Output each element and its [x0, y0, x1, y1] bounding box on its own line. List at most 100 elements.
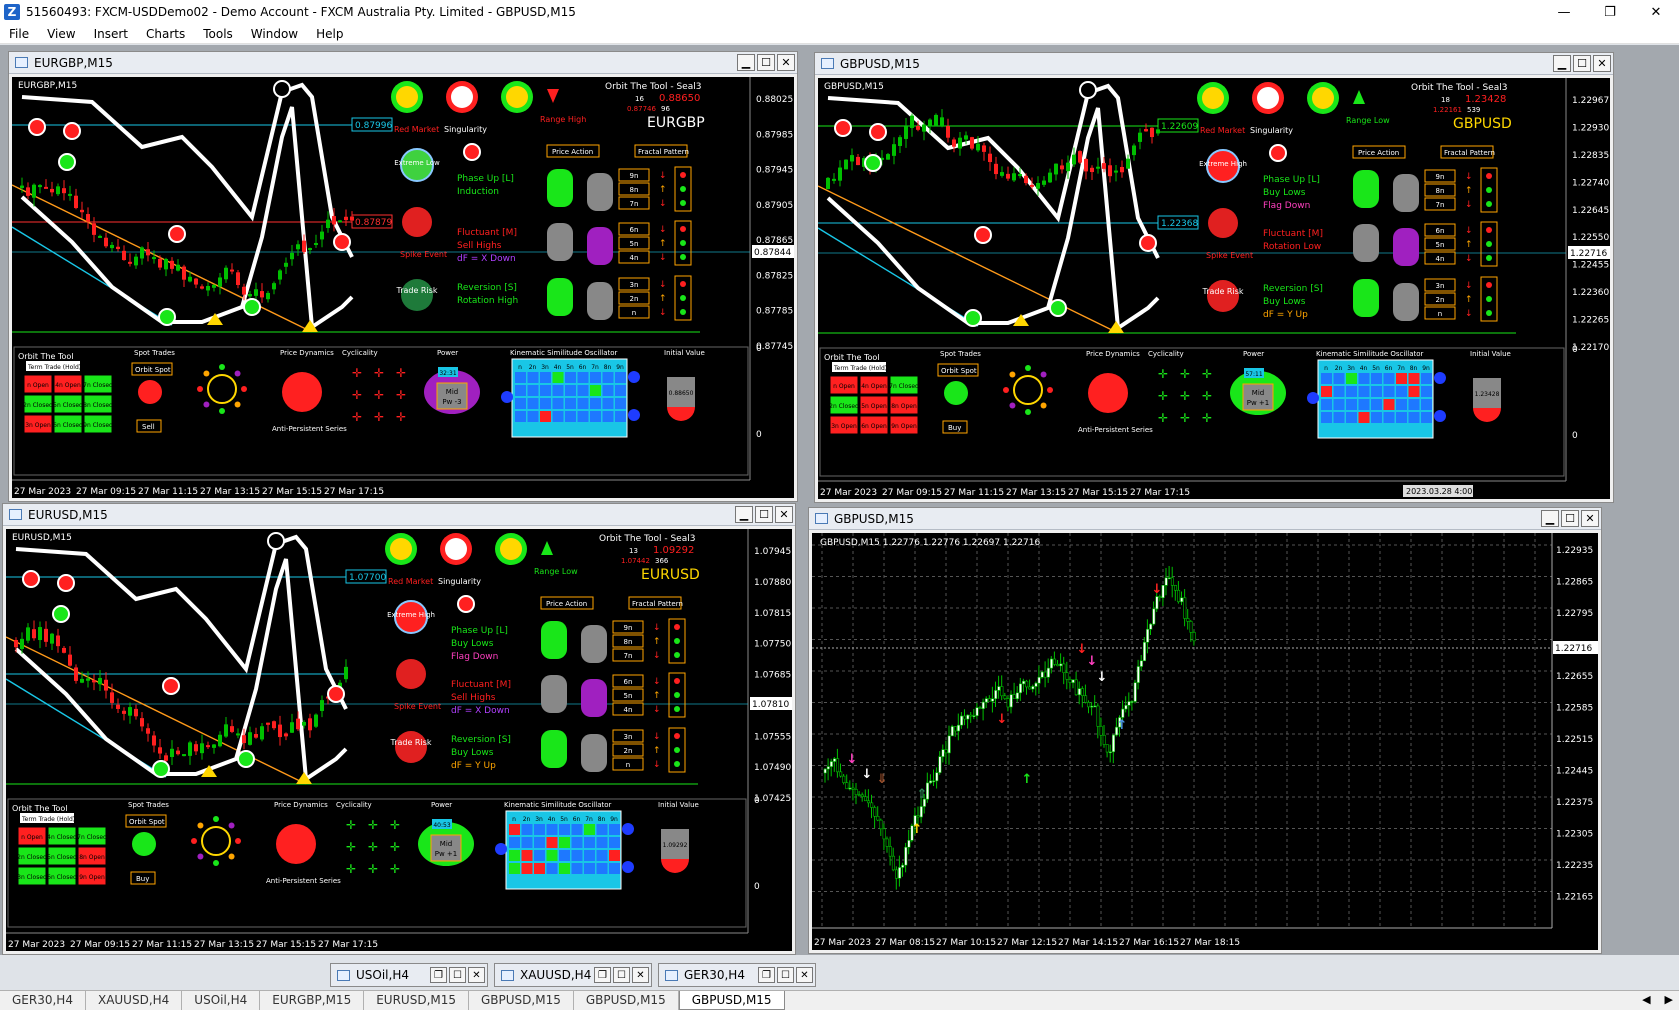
candle-body — [946, 126, 950, 138]
candle-body — [62, 647, 66, 653]
maximize-window-button[interactable]: ☐ — [777, 967, 794, 983]
cyclicality-cross-icon: ✛ — [374, 388, 384, 402]
candle-body — [26, 187, 30, 196]
chart-canvas[interactable]: 0.88025 0.87985 0.87945 0.87905 0.87865 0.878… — [12, 77, 794, 498]
menu-file[interactable]: File — [0, 27, 38, 41]
minimize-chart-button[interactable]: ▁ — [737, 54, 755, 71]
chart-canvas[interactable]: 1.22967 1.22930 1.22835 1.22740 1.22645 1.225… — [818, 78, 1610, 499]
kinematic-col-label: 2n — [529, 364, 537, 371]
chart-window-gbpusd-plain[interactable]: GBPUSD,M15 ▁ ☐ ✕ 1.22935 1.22865 1.22795 1.22… — [808, 507, 1602, 954]
maximize-window-button[interactable]: ☐ — [613, 967, 630, 983]
tab-usoil-h4[interactable]: USOil,H4 — [182, 991, 261, 1010]
minimize-chart-button[interactable]: ▁ — [735, 506, 753, 523]
candle-body — [1018, 174, 1022, 177]
menu-tools[interactable]: Tools — [194, 27, 242, 41]
phase-lock-icon — [587, 227, 613, 265]
candle-body — [260, 726, 264, 740]
chart-window-titlebar[interactable]: EURUSD,M15 ▁ ☐ ✕ — [3, 504, 795, 526]
minimize-button[interactable]: — — [1541, 0, 1587, 24]
phase-text: dF = Y Up — [451, 761, 496, 771]
restore-window-button[interactable]: ❐ — [758, 967, 775, 983]
restore-window-button[interactable]: ❐ — [594, 967, 611, 983]
level-status-dot-icon — [1486, 296, 1492, 302]
scroll-left-icon[interactable]: ◀ — [1642, 993, 1650, 1006]
price-dynamics-icon — [1088, 373, 1128, 413]
phase-lock-icon — [541, 730, 567, 768]
kinematic-cell — [1408, 399, 1420, 410]
tab-ger30-h4[interactable]: GER30,H4 — [0, 991, 86, 1010]
candle-body — [1173, 585, 1177, 591]
trade-arrow-icon: ↓ — [997, 712, 1008, 727]
chart-window-gbpusd-indicator[interactable]: GBPUSD,M15 ▁ ☐ ✕ 1.22967 1.22930 1.22835 1.22… — [814, 52, 1614, 503]
candle-body — [272, 283, 276, 290]
maximize-chart-button[interactable]: ☐ — [757, 54, 775, 71]
level-arrow-icon: ↑ — [1465, 240, 1473, 250]
tab-xauusd-h4[interactable]: XAUUSD,H4 — [86, 991, 183, 1010]
window-title: 51560493: FXCM-USDDemo02 - Demo Account … — [26, 5, 576, 19]
cyclicality-cross-icon: ✛ — [368, 818, 378, 832]
tab-gbpusd-m15-1[interactable]: GBPUSD,M15 — [469, 991, 574, 1010]
candle-body — [1132, 145, 1136, 156]
chart-window-eurgbp[interactable]: EURGBP,M15 ▁ ☐ ✕ 0.88025 0.87985 0.87945 0.87… — [8, 51, 798, 502]
menu-window[interactable]: Window — [242, 27, 307, 41]
restore-window-button[interactable]: ❐ — [430, 967, 447, 983]
maximize-chart-button[interactable]: ☐ — [1561, 510, 1579, 527]
time-tick-label: 27 Mar 17:15 — [324, 487, 384, 497]
kinematic-cell — [596, 824, 608, 835]
menu-insert[interactable]: Insert — [85, 27, 137, 41]
maximize-chart-button[interactable]: ☐ — [1573, 55, 1591, 72]
cycle-dot-icon — [203, 370, 210, 377]
menu-help[interactable]: Help — [307, 27, 352, 41]
restore-button[interactable]: ❐ — [1587, 0, 1633, 24]
chart-window-titlebar[interactable]: GBPUSD,M15 ▁ ☐ ✕ — [815, 53, 1613, 75]
close-window-button[interactable]: ✕ — [632, 967, 649, 983]
menu-view[interactable]: View — [38, 27, 84, 41]
close-button[interactable]: ✕ — [1633, 0, 1679, 24]
cycle-dot-icon — [1025, 409, 1031, 415]
chart-window-titlebar[interactable]: EURGBP,M15 ▁ ☐ ✕ — [9, 52, 797, 74]
menu-charts[interactable]: Charts — [137, 27, 194, 41]
kinematic-cell — [527, 385, 539, 396]
level-status-dot-icon — [680, 295, 686, 301]
close-chart-button[interactable]: ✕ — [777, 54, 795, 71]
chart-window-titlebar[interactable]: GBPUSD,M15 ▁ ☐ ✕ — [809, 508, 1601, 530]
close-chart-button[interactable]: ✕ — [1581, 510, 1599, 527]
fractal-marker-icon — [864, 154, 882, 172]
minimized-window-xauusd[interactable]: XAUUSD,H4 ❐ ☐ ✕ — [494, 963, 652, 987]
close-window-button[interactable]: ✕ — [796, 967, 813, 983]
level-arrow-icon: ↑ — [659, 239, 667, 249]
level-status-dot-icon — [674, 761, 680, 767]
time-tick-label: 27 Mar 15:15 — [262, 487, 322, 497]
price-tick-label: 1.22585 — [1556, 704, 1593, 714]
close-chart-button[interactable]: ✕ — [775, 506, 793, 523]
candle-body — [1139, 660, 1143, 667]
candle-body — [1028, 686, 1032, 690]
chart-window-eurusd[interactable]: EURUSD,M15 ▁ ☐ ✕ 1.07945 1.07880 1.07815 1.07… — [2, 503, 796, 955]
app-logo-icon: Z — [4, 4, 20, 20]
tab-gbpusd-m15-2[interactable]: GBPUSD,M15 — [574, 991, 679, 1010]
scroll-right-icon[interactable]: ▶ — [1665, 993, 1673, 1006]
close-window-button[interactable]: ✕ — [468, 967, 485, 983]
panel-heading: Cyclicality — [336, 801, 372, 809]
minimized-window-usoil[interactable]: USOil,H4 ❐ ☐ ✕ — [330, 963, 488, 987]
chart-canvas[interactable]: 1.079451.078801.078151.077501.076851.076… — [6, 529, 792, 951]
chart-window-title: EURGBP,M15 — [34, 55, 113, 70]
trade-grid-label: n Open — [833, 383, 855, 390]
kinematic-plus-icon — [1434, 372, 1446, 384]
close-chart-button[interactable]: ✕ — [1593, 55, 1611, 72]
minimize-chart-button[interactable]: ▁ — [1553, 55, 1571, 72]
maximize-window-button[interactable]: ☐ — [449, 967, 466, 983]
maximize-chart-button[interactable]: ☐ — [755, 506, 773, 523]
level-arrow-icon: ↓ — [659, 308, 667, 318]
tab-eurusd-m15[interactable]: EURUSD,M15 — [364, 991, 469, 1010]
tab-eurgbp-m15[interactable]: EURGBP,M15 — [260, 991, 365, 1010]
minimize-chart-button[interactable]: ▁ — [1541, 510, 1559, 527]
tab-gbpusd-m15-active[interactable]: GBPUSD,M15 — [678, 991, 785, 1010]
kinematic-cell — [584, 850, 595, 861]
trade-risk-icon — [401, 279, 433, 311]
minimized-window-ger30[interactable]: GER30,H4 ❐ ☐ ✕ — [658, 963, 816, 987]
chart-canvas[interactable]: 1.229351.228651.227951.227251.226551.225… — [812, 533, 1598, 950]
hold-label: Term Trade (Hold) — [833, 365, 887, 372]
extreme-label: Extreme Low — [394, 159, 440, 167]
orbit-spot-label: Orbit Spot — [941, 367, 977, 375]
